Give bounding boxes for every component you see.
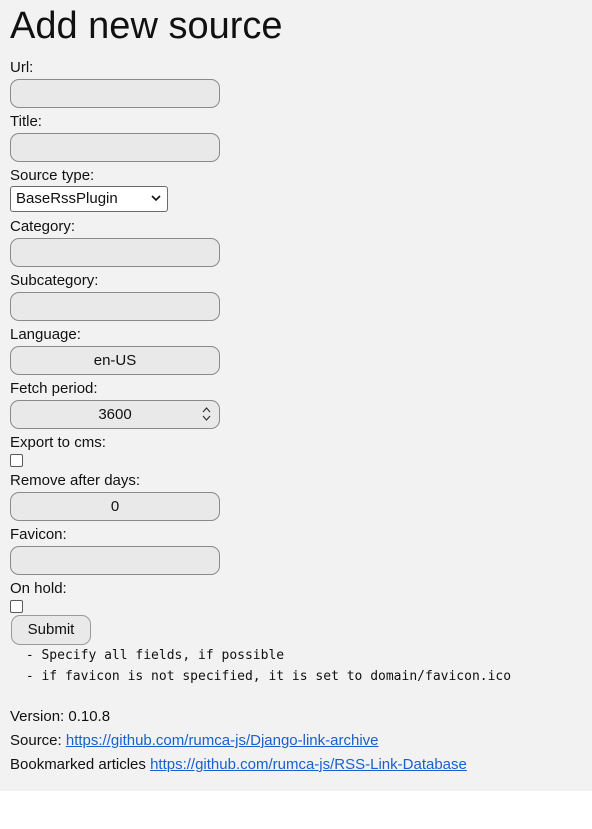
url-field[interactable] <box>10 79 220 108</box>
note-favicon-default: - if favicon is not specified, it is set… <box>18 669 512 684</box>
category-label: Category: <box>10 218 76 235</box>
source-type-select[interactable]: BaseRssPlugin <box>10 186 168 212</box>
favicon-field[interactable] <box>10 546 220 575</box>
source-link[interactable]: https://github.com/rumca-js/Django-link-… <box>66 732 379 749</box>
favicon-label: Favicon: <box>10 526 67 543</box>
spinner-arrows-icon[interactable] <box>202 405 211 423</box>
remove-after-days-label: Remove after days: <box>10 472 141 489</box>
export-to-cms-checkbox[interactable] <box>10 454 23 467</box>
remove-after-days-field[interactable]: 0 <box>10 492 220 521</box>
on-hold-label: On hold: <box>10 580 67 597</box>
version-text: Version: 0.10.8 <box>10 708 111 725</box>
source-prefix: Source: <box>10 732 66 749</box>
page-background: Add new source Url: Title: Source type: … <box>0 0 592 791</box>
fetch-period-label: Fetch period: <box>10 380 98 397</box>
bookmarked-line: Bookmarked articles https://github.com/r… <box>10 756 467 774</box>
submit-button[interactable]: Submit <box>11 615 91 645</box>
subcategory-label: Subcategory: <box>10 272 99 289</box>
export-to-cms-label: Export to cms: <box>10 434 106 451</box>
bookmarked-link[interactable]: https://github.com/rumca-js/RSS-Link-Dat… <box>150 756 467 773</box>
fetch-period-field[interactable]: 3600 <box>10 400 220 429</box>
page-title: Add new source <box>10 5 283 47</box>
title-field[interactable] <box>10 133 220 162</box>
title-label: Title: <box>10 113 42 130</box>
language-label: Language: <box>10 326 81 343</box>
on-hold-checkbox[interactable] <box>10 600 23 613</box>
bookmarked-prefix: Bookmarked articles <box>10 756 151 773</box>
source-line: Source: https://github.com/rumca-js/Djan… <box>10 732 379 750</box>
fetch-period-value: 3600 <box>98 406 132 423</box>
source-type-label: Source type: <box>10 167 95 184</box>
language-field[interactable]: en-US <box>10 346 220 375</box>
source-type-selected: BaseRssPlugin <box>16 190 118 207</box>
chevron-down-icon <box>151 187 161 211</box>
note-specify-fields: - Specify all fields, if possible <box>18 648 285 663</box>
url-label: Url: <box>10 59 34 76</box>
category-field[interactable] <box>10 238 220 267</box>
subcategory-field[interactable] <box>10 292 220 321</box>
